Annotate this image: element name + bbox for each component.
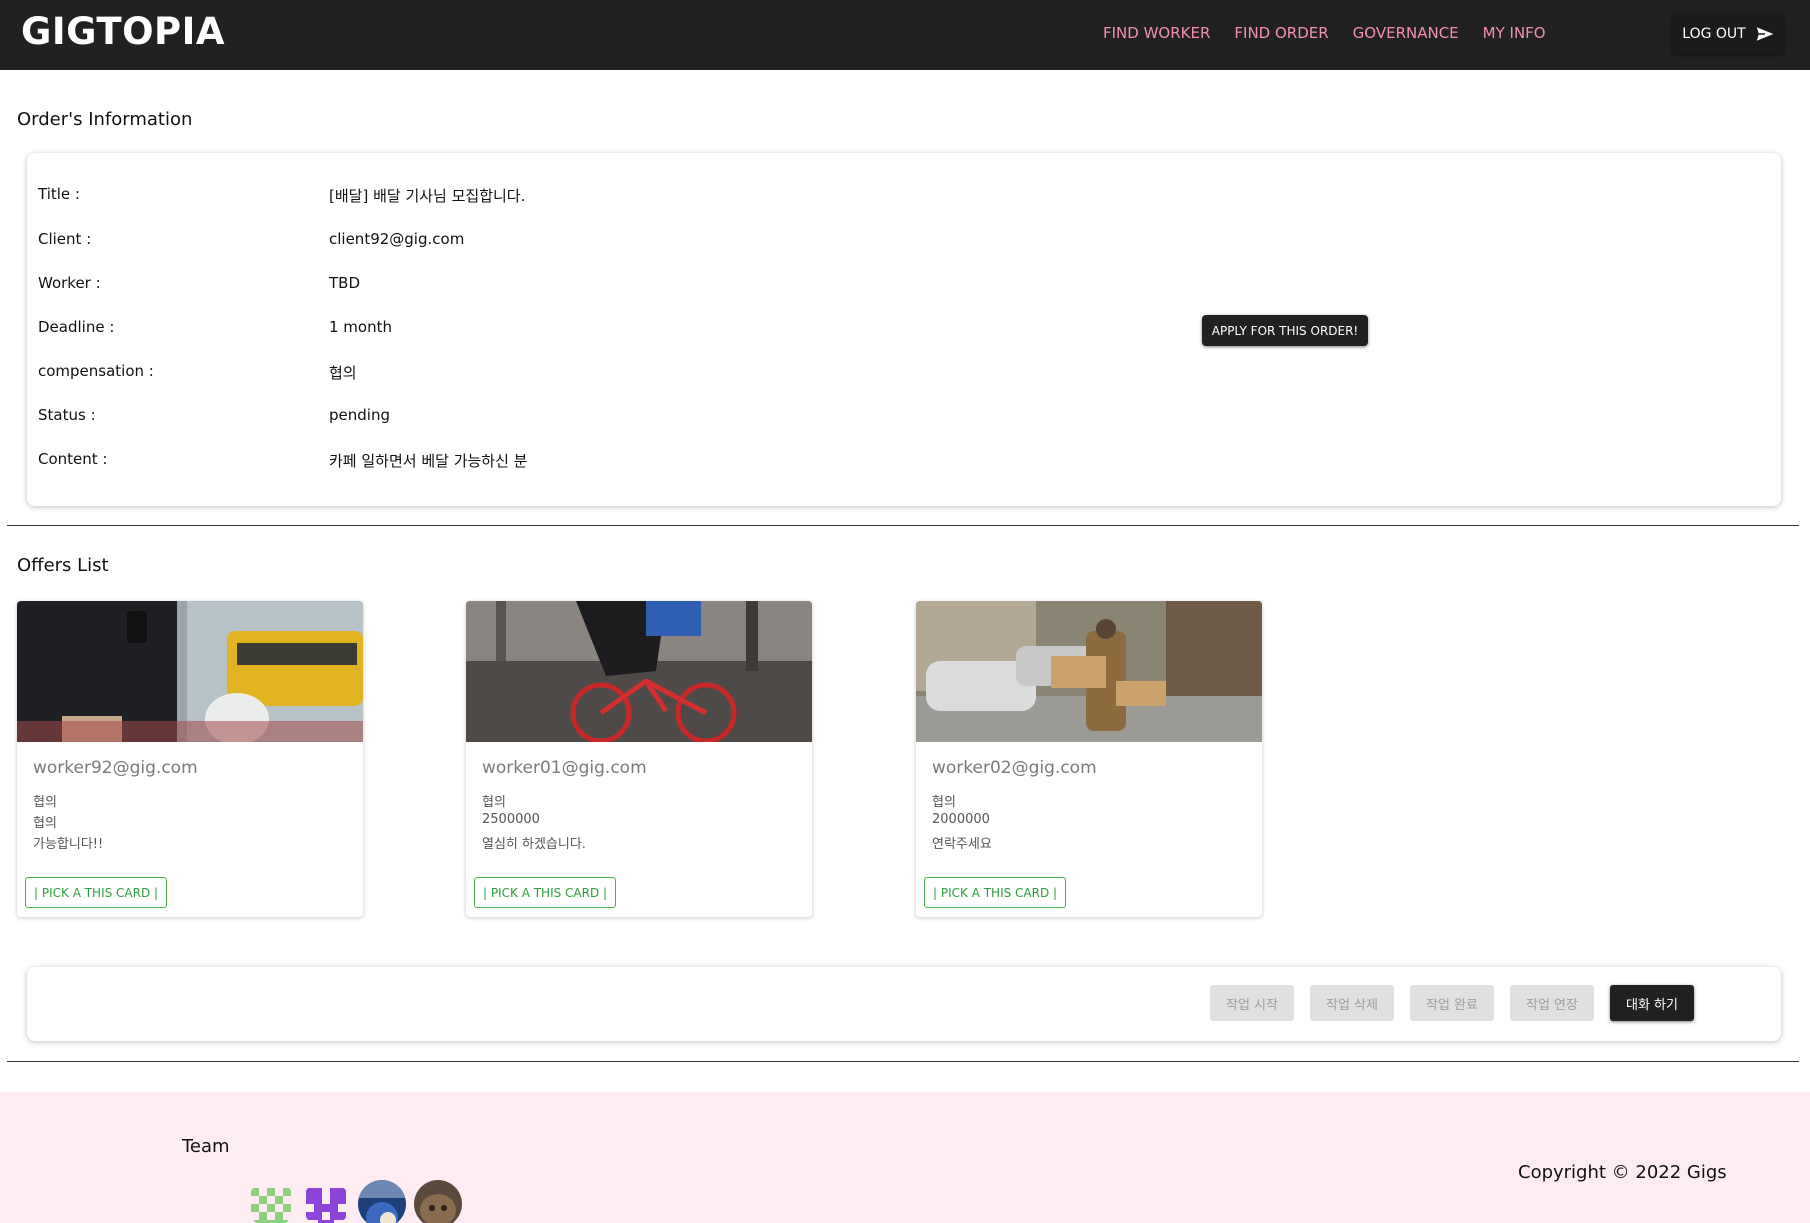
- offer-amount: 협의: [33, 816, 57, 831]
- team-avatar[interactable]: [358, 1180, 406, 1223]
- order-info-card: Title : [배달] 배달 기사님 모집합니다. Client : clie…: [27, 153, 1781, 506]
- order-row-value: 협의: [329, 364, 357, 382]
- photo-avatar-icon: [358, 1180, 406, 1223]
- team-avatar[interactable]: [302, 1180, 350, 1223]
- footer: Team Copyright © 2022 Gigs: [0, 1092, 1810, 1223]
- offer-message: 연락주세요: [932, 837, 992, 852]
- pixel-avatar-icon: [247, 1180, 295, 1223]
- main-nav: FIND WORKER FIND ORDER GOVERNANCE MY INF…: [1103, 24, 1570, 42]
- logout-button[interactable]: LOG OUT: [1672, 14, 1784, 54]
- order-info-heading: Order's Information: [17, 109, 193, 130]
- order-row-value: 카페 일하면서 베달 가능하신 분: [329, 452, 528, 470]
- pick-card-button[interactable]: | PICK A THIS CARD |: [924, 877, 1067, 908]
- pick-card-button[interactable]: | PICK A THIS CARD |: [25, 877, 168, 908]
- nav-my-info[interactable]: MY INFO: [1483, 24, 1546, 42]
- team-avatar[interactable]: [247, 1180, 295, 1223]
- order-row-value: TBD: [329, 274, 361, 292]
- complete-work-button[interactable]: 작업 완료: [1410, 985, 1494, 1021]
- order-row-label: compensation :: [38, 362, 154, 380]
- pick-card-button[interactable]: | PICK A THIS CARD |: [474, 877, 617, 908]
- order-row-label: Client :: [38, 230, 92, 248]
- offer-message: 열심히 하겠습니다.: [482, 837, 586, 852]
- extend-work-button[interactable]: 작업 연장: [1510, 985, 1594, 1021]
- offer-message: 가능합니다!!: [33, 837, 104, 852]
- order-row-value: pending: [329, 406, 390, 424]
- order-row-value: 1 month: [329, 318, 392, 336]
- team-heading: Team: [182, 1136, 230, 1157]
- offer-worker-email: worker02@gig.com: [932, 758, 1097, 778]
- divider: [7, 525, 1799, 526]
- offer-compensation: 협의: [932, 795, 956, 810]
- offer-compensation: 협의: [482, 795, 506, 810]
- delete-work-button[interactable]: 작업 삭제: [1310, 985, 1394, 1021]
- start-work-button[interactable]: 작업 시작: [1210, 985, 1294, 1021]
- order-actions-bar: 작업 시작 작업 삭제 작업 완료 작업 연장 대화 하기: [27, 967, 1781, 1041]
- pixel-avatar-icon: [302, 1180, 350, 1223]
- offers-list-heading: Offers List: [17, 555, 109, 576]
- offer-card: worker01@gig.com 협의 2500000 열심히 하겠습니다. |…: [466, 601, 812, 917]
- order-row-label: Content :: [38, 450, 108, 468]
- order-row-value: client92@gig.com: [329, 230, 465, 248]
- offer-card: worker92@gig.com 협의 협의 가능합니다!! | PICK A …: [17, 601, 363, 917]
- offer-amount: 2500000: [482, 812, 540, 827]
- order-row-label: Deadline :: [38, 318, 115, 336]
- nav-find-order[interactable]: FIND ORDER: [1234, 24, 1328, 42]
- offer-photo: [466, 601, 812, 742]
- offer-amount: 2000000: [932, 812, 990, 827]
- order-row-label: Worker :: [38, 274, 101, 292]
- offer-card: worker02@gig.com 협의 2000000 연락주세요 | PICK…: [916, 601, 1262, 917]
- order-row-value: [배달] 배달 기사님 모집합니다.: [329, 187, 526, 205]
- logout-label: LOG OUT: [1682, 26, 1746, 42]
- offer-worker-email: worker92@gig.com: [33, 758, 198, 778]
- nav-governance[interactable]: GOVERNANCE: [1353, 24, 1459, 42]
- offer-photo: [17, 601, 363, 742]
- offer-worker-email: worker01@gig.com: [482, 758, 647, 778]
- send-icon: [1756, 27, 1773, 41]
- offer-photo: [916, 601, 1262, 742]
- brand-logo[interactable]: GIGTOPIA: [21, 10, 225, 54]
- chat-button[interactable]: 대화 하기: [1610, 985, 1694, 1021]
- offer-compensation: 협의: [33, 795, 57, 810]
- nav-find-worker[interactable]: FIND WORKER: [1103, 24, 1210, 42]
- top-navbar: GIGTOPIA FIND WORKER FIND ORDER GOVERNAN…: [0, 0, 1810, 70]
- photo-avatar-icon: [414, 1180, 462, 1223]
- order-row-label: Title :: [38, 185, 80, 203]
- apply-order-button[interactable]: APPLY FOR THIS ORDER!: [1202, 315, 1368, 346]
- team-avatar[interactable]: [414, 1180, 462, 1223]
- divider: [7, 1061, 1799, 1062]
- copyright-text: Copyright © 2022 Gigs: [1518, 1162, 1727, 1183]
- order-row-label: Status :: [38, 406, 96, 424]
